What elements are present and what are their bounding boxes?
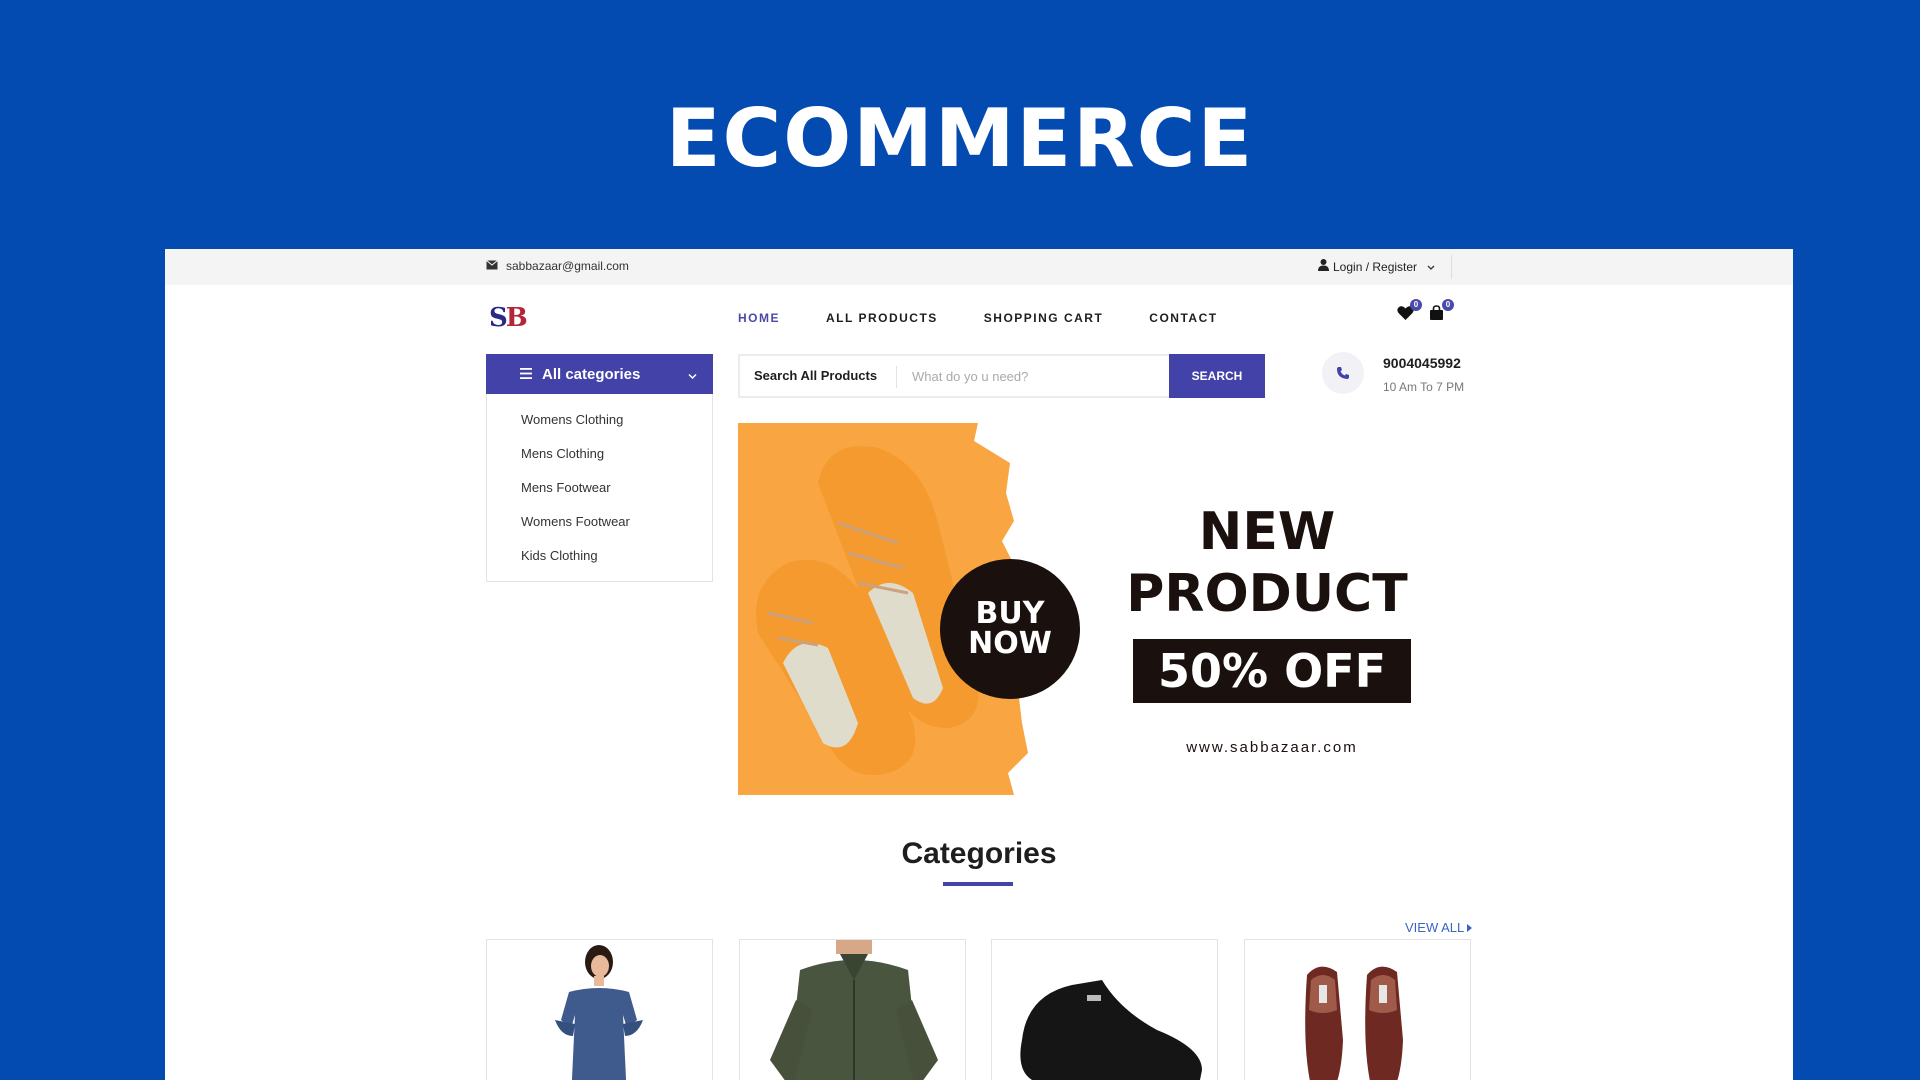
category-item-womens-clothing[interactable]: Womens Clothing	[521, 412, 623, 427]
search-bar: Search All Products SEARCH	[738, 354, 1265, 398]
header-icons: 0 0	[1397, 299, 1454, 323]
man-shirt-image	[770, 940, 938, 1080]
logo-letter-s: S	[489, 303, 508, 333]
top-bar-divider	[1451, 255, 1452, 279]
all-categories-button[interactable]: All categories	[486, 354, 713, 394]
heading-underline	[943, 882, 1013, 886]
business-hours: 10 Am To 7 PM	[1383, 380, 1465, 394]
caret-right-icon	[1467, 920, 1473, 935]
wishlist-button[interactable]: 0	[1397, 299, 1422, 323]
woman-dress-image	[555, 945, 643, 1080]
view-all-label: VIEW ALL	[1405, 920, 1465, 935]
promo-banner[interactable]: BUY NOW NEW PRODUCT 50% OFF www.sabbazaa…	[738, 423, 1427, 795]
category-item-mens-footwear[interactable]: Mens Footwear	[521, 480, 611, 495]
search-input[interactable]	[912, 362, 1162, 390]
email-contact[interactable]: sabbazaar@gmail.com	[486, 259, 629, 273]
now-text: NOW	[968, 626, 1052, 661]
category-card-womens-footwear[interactable]	[1244, 939, 1471, 1080]
banner-url: www.sabbazaar.com	[1186, 739, 1358, 756]
discount-box: 50% OFF	[1133, 639, 1411, 703]
category-item-womens-footwear[interactable]: Womens Footwear	[521, 514, 630, 529]
cart-button[interactable]: 0	[1429, 299, 1454, 323]
category-card-mens-footwear[interactable]	[991, 939, 1218, 1080]
login-register-dropdown[interactable]: Login / Register	[1318, 259, 1435, 274]
chevron-down-icon	[1427, 260, 1435, 274]
new-text: NEW	[1198, 502, 1336, 562]
buy-text: BUY	[975, 596, 1045, 631]
search-category-label[interactable]: Search All Products	[754, 368, 877, 383]
category-card-mens-clothing[interactable]	[739, 939, 966, 1080]
nav-shopping-cart[interactable]: SHOPPING CART	[984, 311, 1104, 325]
phone-number[interactable]: 9004045992	[1383, 355, 1461, 371]
logo[interactable]: SB	[489, 303, 528, 333]
top-bar: sabbazaar@gmail.com Login / Register	[165, 249, 1793, 285]
login-register-label: Login / Register	[1333, 259, 1418, 274]
envelope-icon	[486, 259, 498, 273]
categories-heading: Categories	[901, 837, 1057, 870]
category-list: Womens Clothing Mens Clothing Mens Footw…	[486, 394, 713, 582]
nav-all-products[interactable]: ALL PRODUCTS	[826, 311, 938, 325]
category-item-kids-clothing[interactable]: Kids Clothing	[521, 548, 598, 563]
chevron-down-icon	[688, 367, 697, 384]
email-text: sabbazaar@gmail.com	[506, 259, 629, 273]
phone-icon-circle	[1322, 352, 1364, 394]
buy-now-badge[interactable]: BUY NOW	[940, 559, 1080, 699]
new-product-headline: NEW PRODUCT	[1121, 501, 1413, 625]
website-screenshot: sabbazaar@gmail.com Login / Register SB …	[165, 249, 1793, 1080]
logo-letter-b: B	[505, 303, 528, 333]
search-divider	[896, 366, 897, 388]
all-categories-label: All categories	[542, 365, 641, 383]
view-all-link[interactable]: VIEW ALL	[1405, 920, 1473, 935]
menu-icon	[520, 366, 532, 383]
search-button[interactable]: SEARCH	[1169, 354, 1265, 398]
black-shoe-image	[1020, 980, 1202, 1080]
category-item-mens-clothing[interactable]: Mens Clothing	[521, 446, 604, 461]
wishlist-count-badge: 0	[1410, 299, 1422, 311]
phone-icon	[1337, 367, 1349, 379]
hero-title: ECOMMERCE	[665, 92, 1255, 185]
cart-count-badge: 0	[1442, 299, 1454, 311]
main-nav: HOME ALL PRODUCTS SHOPPING CART CONTACT	[738, 311, 1264, 325]
nav-home[interactable]: HOME	[738, 311, 780, 325]
nav-contact[interactable]: CONTACT	[1149, 311, 1217, 325]
user-icon	[1318, 259, 1329, 274]
product-text: PRODUCT	[1126, 564, 1408, 624]
category-card-womens-clothing[interactable]	[486, 939, 713, 1080]
sandals-image	[1305, 966, 1403, 1080]
